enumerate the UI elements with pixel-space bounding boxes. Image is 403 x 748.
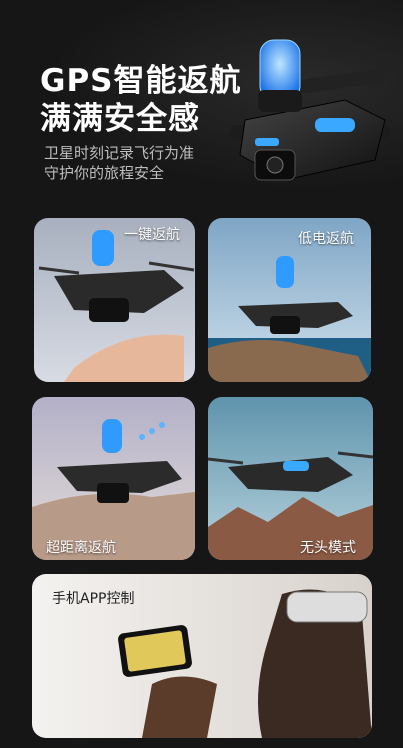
headless-mode-image — [208, 397, 373, 560]
hero-subtitle-line1: 卫星时刻记录飞行为准 — [44, 144, 195, 162]
phone-app-control-label: 手机APP控制 — [52, 591, 135, 607]
low-battery-return-label: 低电返航 — [298, 231, 354, 247]
hero-title-line2: 满满安全感 — [40, 101, 200, 137]
feature-card-out-of-range-return: 超距离返航 — [32, 397, 195, 560]
hero-drone-image — [230, 39, 390, 181]
feature-card-one-key-return: 一键返航 — [34, 218, 195, 382]
out-of-range-return-image — [32, 397, 195, 560]
hero-section: GPS智能返航 满满安全感 卫星时刻记录飞行为准 守护你的旅程安全 — [0, 0, 403, 210]
feature-card-phone-app-control: 手机APP控制 — [32, 574, 372, 738]
hero-subtitle-line2: 守护你的旅程安全 — [44, 164, 165, 182]
feature-card-low-battery-return: 低电返航 — [208, 218, 371, 382]
feature-card-headless-mode: 无头模式 — [208, 397, 373, 560]
out-of-range-return-label: 超距离返航 — [46, 540, 116, 556]
one-key-return-label: 一键返航 — [124, 227, 180, 243]
headless-mode-label: 无头模式 — [300, 540, 356, 556]
